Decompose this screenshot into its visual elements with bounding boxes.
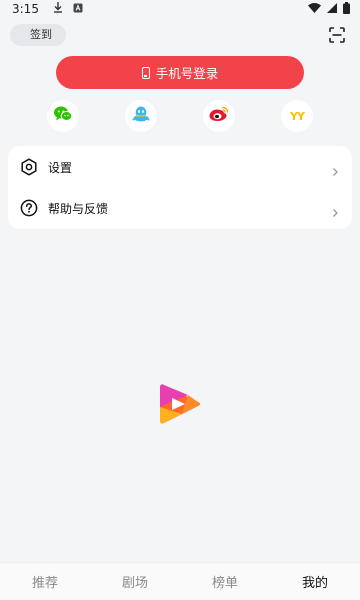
social-login-row: YY <box>0 100 360 132</box>
menu-item-label: 帮助与反馈 <box>48 201 109 216</box>
yy-icon: YY <box>290 109 305 123</box>
status-time: 3:15 <box>12 2 39 16</box>
menu-item-settings[interactable]: 设置 <box>8 147 352 187</box>
tab-theater[interactable]: 剧场 <box>90 563 180 600</box>
tab-rankings[interactable]: 榜单 <box>180 563 270 600</box>
settings-icon <box>20 158 38 176</box>
menu-item-label: 设置 <box>48 160 73 175</box>
wifi-icon <box>308 2 321 16</box>
download-icon <box>53 2 63 16</box>
tab-recommend[interactable]: 推荐 <box>0 563 90 600</box>
battery-icon <box>343 1 350 17</box>
qq-login-button[interactable] <box>125 100 157 132</box>
yy-login-button[interactable]: YY <box>281 100 313 132</box>
weibo-icon <box>209 106 229 126</box>
top-row: 签到 <box>0 22 360 50</box>
bottom-nav: 推荐 剧场 榜单 我的 <box>0 562 360 600</box>
weibo-login-button[interactable] <box>203 100 235 132</box>
checkin-button[interactable]: 签到 <box>10 24 66 46</box>
phone-login-button[interactable]: 手机号登录 <box>56 56 304 89</box>
status-bar: 3:15 <box>0 0 360 18</box>
status-right <box>308 1 350 17</box>
wechat-icon <box>54 106 73 126</box>
chevron-right-icon <box>330 162 340 176</box>
phone-login-label: 手机号登录 <box>155 66 219 81</box>
scan-icon[interactable] <box>328 26 346 44</box>
qq-icon <box>132 105 150 127</box>
tab-mine[interactable]: 我的 <box>270 563 360 600</box>
wechat-login-button[interactable] <box>47 100 79 132</box>
help-icon <box>20 199 38 217</box>
menu-card: 设置 帮助与反馈 <box>8 146 352 229</box>
menu-item-help-feedback[interactable]: 帮助与反馈 <box>8 188 352 228</box>
chevron-right-icon <box>330 203 340 217</box>
phone-icon <box>141 66 150 79</box>
signal-icon <box>327 2 337 16</box>
app-logo-icon <box>158 381 202 427</box>
notification-app-icon <box>73 2 83 16</box>
